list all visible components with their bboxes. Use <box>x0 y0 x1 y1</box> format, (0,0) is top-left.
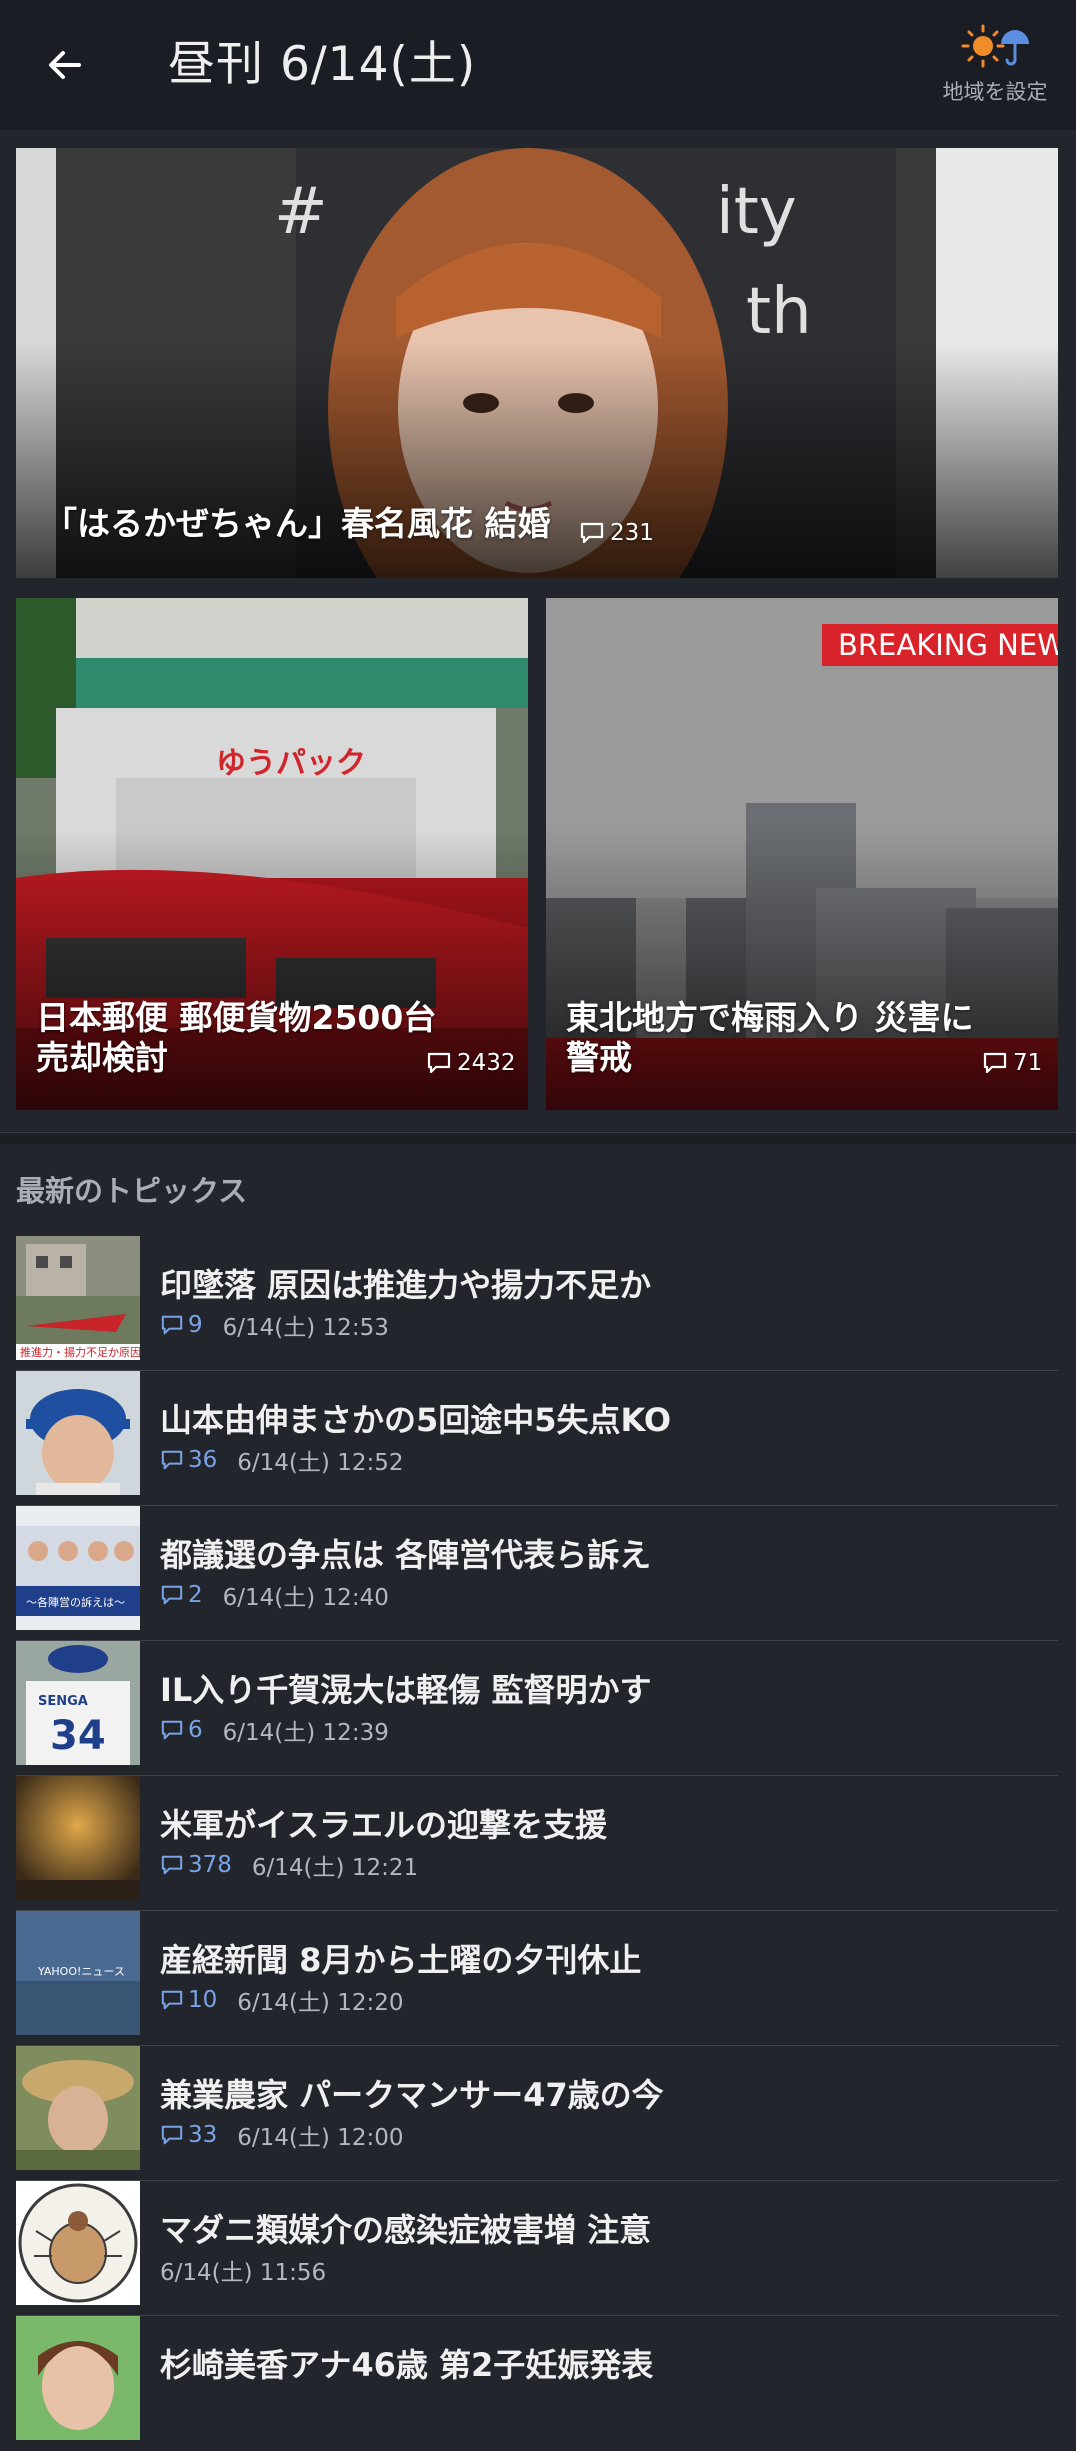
comment-icon <box>427 1052 451 1074</box>
list-item[interactable]: 推進力・揚力不足か原因か 印墜落 原因は推進力や揚力不足か 9 6/14(土) … <box>16 1236 1058 1371</box>
comment-icon <box>161 1315 183 1335</box>
list-item[interactable]: YAHOO!ニュース 産経新聞 8月から土曜の夕刊休止 10 6/14(土) 1… <box>16 1911 1058 2046</box>
list-item[interactable]: 杉崎美香アナ46歳 第2子妊娠発表 <box>16 2316 1058 2451</box>
topic-thumbnail <box>16 1371 140 1495</box>
topic-thumbnail: SENGA 34 <box>16 1641 140 1765</box>
comment-count: 33 <box>160 2122 217 2148</box>
region-settings-button[interactable]: 地域を設定 <box>930 18 1060 118</box>
comment-count: 10 <box>160 1987 217 2013</box>
topic-meta: 2 6/14(土) 12:40 <box>160 1578 389 1612</box>
card-title: 東北地方で梅雨入り 災害に 警戒 <box>566 998 974 1077</box>
topic-time: 6/14(土) 12:00 <box>237 2125 404 2151</box>
topic-title: IL入り千賀滉大は軽傷 監督明かす <box>160 1671 652 1709</box>
section-title: 最新のトピックス <box>16 1174 248 1208</box>
topic-thumbnail <box>16 1776 140 1900</box>
topic-meta: 6/14(土) 11:56 <box>160 2253 326 2287</box>
topic-title: 兼業農家 パークマンサー47歳の今 <box>160 2076 664 2114</box>
topic-meta: 36 6/14(土) 12:52 <box>160 1443 403 1477</box>
jersey-name: SENGA <box>38 1694 88 1709</box>
comment-count: 378 <box>160 1852 232 1878</box>
weather-icon <box>959 22 1031 70</box>
svg-text:#: # <box>274 175 328 249</box>
topic-thumbnail <box>16 2316 140 2440</box>
topic-meta: 33 6/14(土) 12:00 <box>160 2118 403 2152</box>
topic-meta: 9 6/14(土) 12:53 <box>160 1308 389 1342</box>
hero-news-card[interactable]: # ity th 「はるかぜちゃん」春名風花 結婚 231 <box>16 148 1058 578</box>
comment-count: 9 <box>160 1312 203 1338</box>
section-divider <box>0 1132 1076 1144</box>
comment-icon <box>983 1052 1007 1074</box>
region-settings-label: 地域を設定 <box>942 80 1048 104</box>
topic-thumbnail: 推進力・揚力不足か原因か <box>16 1236 140 1360</box>
back-button[interactable] <box>30 30 100 100</box>
app-header: 昼刊 6/14(土) 地域を設定 <box>0 0 1076 130</box>
svg-text:th: th <box>746 275 812 349</box>
topic-thumbnail: YAHOO!ニュース <box>16 1911 140 2035</box>
topic-title: マダニ類媒介の感染症被害増 注意 <box>160 2211 652 2249</box>
comment-icon <box>161 1720 183 1740</box>
comment-icon <box>580 522 604 544</box>
topic-meta: 10 6/14(土) 12:20 <box>160 1983 403 2017</box>
topic-title: 産経新聞 8月から土曜の夕刊休止 <box>160 1941 642 1979</box>
umbrella-icon <box>1001 30 1029 66</box>
topic-time: 6/14(土) 12:53 <box>222 1315 389 1341</box>
topic-time: 6/14(土) 12:20 <box>237 1990 404 2016</box>
yahoo-logo: YAHOO!ニュース <box>37 1965 125 1978</box>
topic-time: 6/14(土) 12:21 <box>251 1855 419 1881</box>
topic-meta: 378 6/14(土) 12:21 <box>160 1848 418 1882</box>
card-title: 日本郵便 郵便貨物2500台 売却検討 <box>36 998 437 1077</box>
list-item[interactable]: マダニ類媒介の感染症被害増 注意 6/14(土) 11:56 <box>16 2181 1058 2316</box>
svg-text:ゆうパック: ゆうパック <box>216 746 366 781</box>
list-item[interactable]: 山本由伸まさかの5回途中5失点KO 36 6/14(土) 12:52 <box>16 1371 1058 1506</box>
comment-icon <box>161 1585 183 1605</box>
back-arrow-icon <box>49 51 81 79</box>
topic-title: 都議選の争点は 各陣営代表ら訴え <box>160 1536 652 1574</box>
topic-title: 印墜落 原因は推進力や揚力不足か <box>160 1266 652 1304</box>
card-comment-count: 71 <box>982 1050 1042 1076</box>
topic-title: 杉崎美香アナ46歳 第2子妊娠発表 <box>160 2346 654 2384</box>
comment-icon <box>161 2125 183 2145</box>
card-comment-count: 2432 <box>426 1050 516 1076</box>
topic-thumbnail: ～各陣営の訴えは～ <box>16 1506 140 1630</box>
comment-count: 2 <box>160 1582 203 1608</box>
comment-icon <box>161 1990 183 2010</box>
topic-time: 6/14(土) 12:52 <box>237 1450 404 1476</box>
sun-icon <box>961 24 1005 68</box>
jersey-number: 34 <box>50 1713 106 1759</box>
topic-time: 6/14(土) 11:56 <box>160 2260 327 2286</box>
comment-count: 36 <box>160 1447 217 1473</box>
comment-count: 6 <box>160 1717 203 1743</box>
topic-title: 米軍がイスラエルの迎撃を支援 <box>160 1806 608 1844</box>
topic-title: 山本由伸まさかの5回途中5失点KO <box>160 1401 672 1439</box>
comment-icon <box>161 1855 183 1875</box>
list-item[interactable]: ～各陣営の訴えは～ 都議選の争点は 各陣営代表ら訴え 2 6/14(土) 12:… <box>16 1506 1058 1641</box>
list-item[interactable]: 米軍がイスラエルの迎撃を支援 378 6/14(土) 12:21 <box>16 1776 1058 1911</box>
list-item[interactable]: SENGA 34 IL入り千賀滉大は軽傷 監督明かす 6 6/14(土) 12:… <box>16 1641 1058 1776</box>
topic-thumbnail <box>16 2046 140 2170</box>
breaking-news-banner: BREAKING NEW <box>822 624 1058 666</box>
thumbnail-caption: ～各陣営の訴えは～ <box>26 1595 125 1609</box>
topic-meta: 6 6/14(土) 12:39 <box>160 1713 389 1747</box>
thumbnail-caption: 推進力・揚力不足か原因か <box>20 1345 140 1359</box>
topics-list: 推進力・揚力不足か原因か 印墜落 原因は推進力や揚力不足か 9 6/14(土) … <box>16 1236 1058 2451</box>
topic-time: 6/14(土) 12:40 <box>222 1585 389 1611</box>
comment-icon <box>161 1450 183 1470</box>
page-title: 昼刊 6/14(土) <box>168 37 477 92</box>
hero-title: 「はるかぜちゃん」春名風花 結婚 <box>44 504 551 543</box>
topic-time: 6/14(土) 12:39 <box>222 1720 389 1746</box>
list-item[interactable]: 兼業農家 パークマンサー47歳の今 33 6/14(土) 12:00 <box>16 2046 1058 2181</box>
news-card-rainy-season[interactable]: BREAKING NEW 東北地方で梅雨入り 災害に 警戒 71 <box>546 598 1058 1110</box>
hero-comment-count: 231 <box>579 520 654 546</box>
svg-text:ity: ity <box>716 175 797 249</box>
news-card-japan-post[interactable]: ゆうパック 日本郵便 郵便貨物2500台 売却検討 2432 <box>16 598 528 1110</box>
tick-illustration <box>16 2181 140 2305</box>
